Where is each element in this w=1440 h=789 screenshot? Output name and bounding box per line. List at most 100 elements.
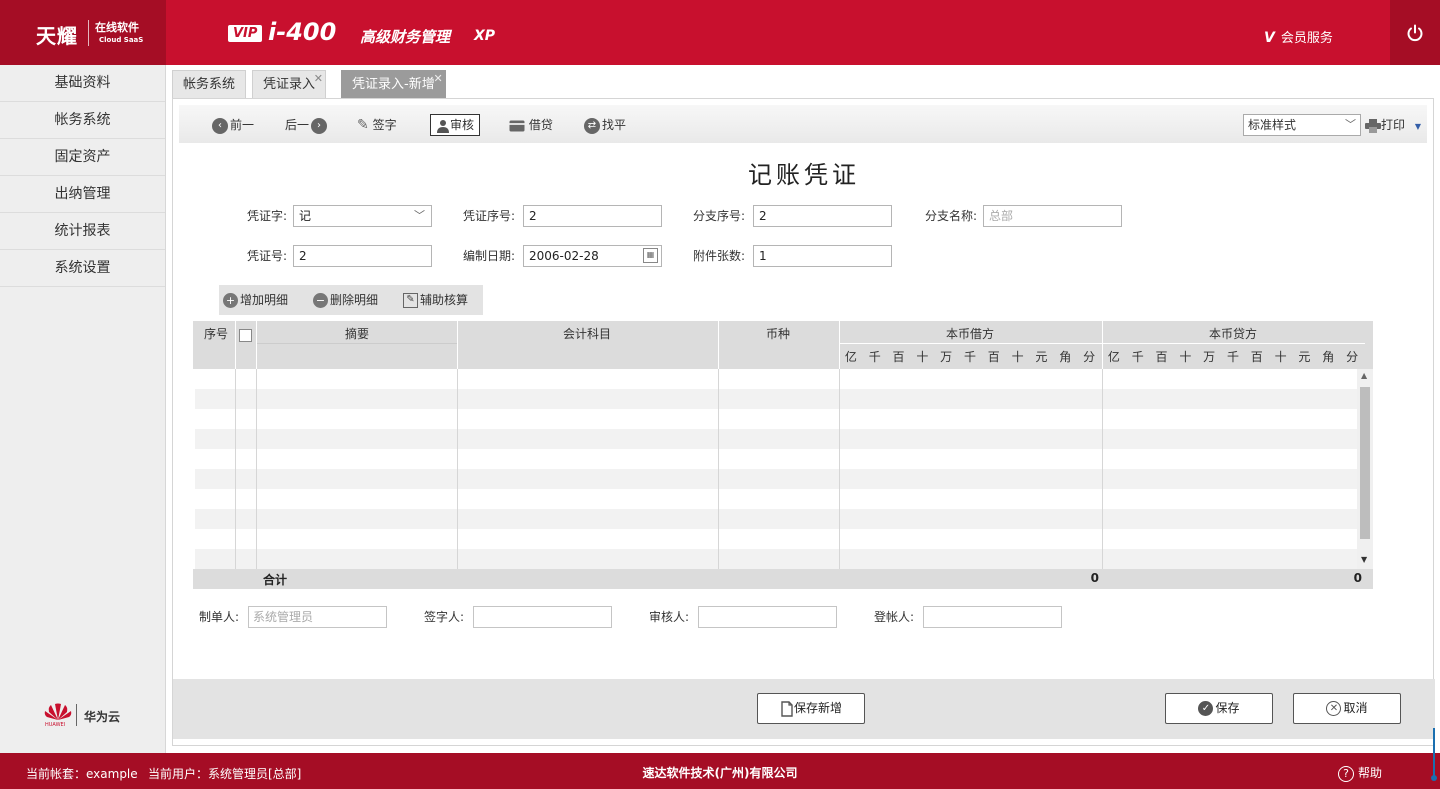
table-row[interactable] [195,369,1357,389]
save-new-button[interactable]: 保存新增 [757,693,865,724]
table-row[interactable] [195,389,1357,409]
product-name: 高级财务管理 [360,28,451,46]
voucher-toolbar: ‹ 前一 后一 › ✎ 签字 审核 借贷 ⇄ 找平 标准样式 ﹀ 打印 ▼ [179,105,1427,143]
grid-divider [257,343,457,344]
voucher-seq-field[interactable]: 2 [523,205,662,227]
prev-button[interactable]: ‹ 前一 [212,115,254,135]
help-link[interactable]: ? 帮助 [1338,764,1382,782]
maker-field[interactable]: 系统管理员 [248,606,387,628]
debit-credit-button[interactable]: 借贷 [509,115,553,135]
brand-subtitle: 在线软件 [95,21,139,34]
digit-header: 分 [1346,350,1359,364]
debit-total: 0 [1090,571,1099,585]
scroll-up-icon[interactable]: ▲ [1361,371,1367,380]
table-row[interactable] [195,549,1357,569]
scroll-down-icon[interactable]: ▼ [1361,555,1367,564]
digit-header: 百 [892,350,905,364]
member-v-icon: V [1264,30,1275,46]
tab-accounting[interactable]: 帐务系统 [172,70,247,98]
sidebar-item-cashier[interactable]: 出纳管理 [0,176,165,213]
help-label: 帮助 [1358,766,1383,780]
digit-header: 亿 [1107,350,1120,364]
sidebar-item-basic-data[interactable]: 基础资料 [0,65,165,102]
add-detail-button[interactable]: + 增加明细 [223,291,288,309]
digit-header: 万 [1203,350,1216,364]
digit-header: 十 [1274,350,1287,364]
digit-header: 元 [1035,350,1048,364]
poster-field[interactable] [923,606,1062,628]
attachments-field[interactable]: 1 [753,245,892,267]
huawei-cloud-logo: HUAWEI 华为云 [44,701,144,731]
page-scroll-indicator[interactable] [1431,728,1437,783]
document-icon [781,700,793,717]
audit-button[interactable]: 审核 [430,114,481,136]
tab-bar: 帐务系统 凭证录入 ✕ 凭证录入-新增 ✕ [166,65,1440,98]
table-row[interactable] [195,449,1357,469]
branch-name-field[interactable]: 总部 [983,205,1122,227]
delete-detail-button[interactable]: − 删除明细 [313,291,378,309]
column-debit: 本币借方 [945,327,994,341]
print-button[interactable]: 打印 ▼ [1365,115,1421,135]
style-select[interactable]: 标准样式 ﹀ [1243,114,1361,136]
voucher-no-field[interactable]: 2 [293,245,432,267]
grid-divider [457,321,458,369]
digit-header: 分 [1083,350,1096,364]
table-row[interactable] [195,429,1357,449]
caret-down-icon: ▼ [1414,122,1421,131]
scroll-thumb[interactable] [1360,387,1370,539]
digit-header: 千 [1131,350,1144,364]
balance-button[interactable]: ⇄ 找平 [584,115,626,135]
digit-header: 十 [1011,350,1024,364]
voucher-word-select[interactable]: 记 ﹀ [293,205,432,227]
auditor-field[interactable] [698,606,837,628]
add-detail-label: 增加明细 [240,293,289,307]
table-row[interactable] [195,409,1357,429]
table-row[interactable] [195,529,1357,549]
column-account: 会计科目 [562,327,611,341]
assist-accounting-button[interactable]: ✎ 辅助核算 [403,291,468,309]
close-icon[interactable]: ✕ [314,65,323,93]
sidebar-item-reports[interactable]: 统计报表 [0,213,165,250]
power-button[interactable] [1390,0,1440,65]
tab-voucher-entry[interactable]: 凭证录入 ✕ [252,70,327,98]
save-button[interactable]: ✓ 保存 [1165,693,1273,724]
cancel-button[interactable]: ✕ 取消 [1293,693,1401,724]
next-button[interactable]: 后一 › [285,115,329,135]
plus-icon: + [223,293,238,308]
column-currency: 币种 [765,327,790,341]
date-label: 编制日期: [462,249,515,263]
attachments-label: 附件张数: [692,249,745,263]
select-all-checkbox[interactable] [239,329,252,342]
branch-seq-field[interactable]: 2 [753,205,892,227]
sidebar-item-settings[interactable]: 系统设置 [0,250,165,287]
digit-header: 千 [1226,350,1239,364]
brand-divider [88,20,89,46]
maker-label: 制单人: [199,610,240,624]
table-row[interactable] [195,489,1357,509]
calendar-icon[interactable]: ▦ [643,248,658,263]
grid-column-line [256,369,257,569]
help-icon: ? [1338,766,1354,782]
close-icon[interactable]: ✕ [433,65,442,93]
signer-field[interactable] [473,606,612,628]
grid-column-line [457,369,458,569]
sidebar-item-fixed-assets[interactable]: 固定资产 [0,139,165,176]
digit-header: 千 [868,350,881,364]
grid-scrollbar[interactable]: ▲ ▼ [1357,369,1373,569]
cancel-label: 取消 [1343,701,1368,715]
member-service-label: 会员服务 [1280,31,1333,46]
poster-label: 登帐人: [874,610,915,624]
date-field[interactable]: 2006-02-28 ▦ [523,245,662,267]
table-row[interactable] [195,509,1357,529]
assist-accounting-label: 辅助核算 [420,293,469,307]
tab-label: 凭证录入-新增 [352,77,435,92]
sidebar-item-accounting[interactable]: 帐务系统 [0,102,165,139]
pen-icon: ✎ [357,117,369,133]
member-service-link[interactable]: V 会员服务 [1264,27,1333,46]
sign-button[interactable]: ✎ 签字 [357,115,397,135]
tab-voucher-entry-new[interactable]: 凭证录入-新增 ✕ [341,70,446,98]
status-footer: 当前帐套：example 当前用户：系统管理员[总部] 速达软件技术(广州)有限… [0,753,1440,789]
table-row[interactable] [195,469,1357,489]
tab-label: 帐务系统 [183,77,236,92]
huawei-cloud-label: 华为云 [84,710,121,724]
